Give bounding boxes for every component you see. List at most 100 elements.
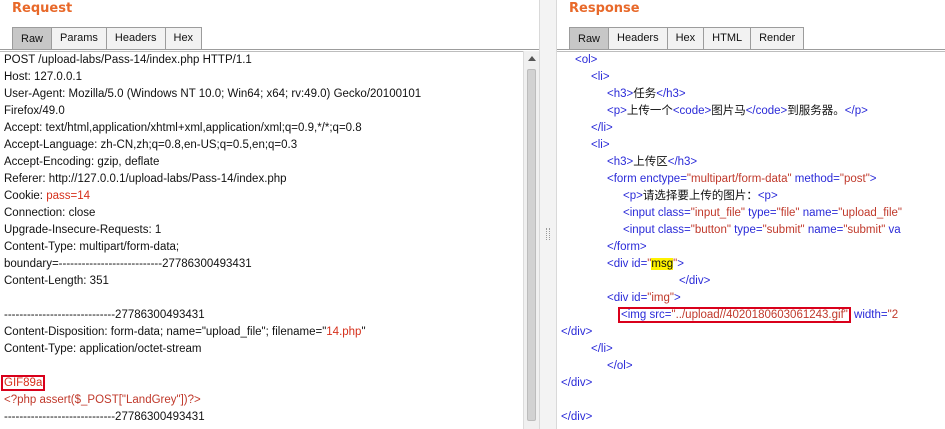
response-title: Response xyxy=(569,1,640,16)
code-token: </div> xyxy=(561,377,593,389)
cookie-value: pass=14 xyxy=(46,190,90,202)
pane-splitter[interactable] xyxy=(539,0,557,429)
referer-header: Referer: http://127.0.0.1/upload-labs/Pa… xyxy=(4,173,287,185)
tab-headers[interactable]: Headers xyxy=(608,27,668,49)
code-token: class= xyxy=(657,224,691,236)
response-code-line: <p>请选择要上传的图片：<p> xyxy=(557,188,945,205)
code-token: </li> xyxy=(591,343,613,355)
code-token: </form> xyxy=(607,241,647,253)
response-code-line: <form enctype="multipart/form-data" meth… xyxy=(557,171,945,188)
response-code-line: <h3>上传区</h3> xyxy=(557,154,945,171)
code-token: </code> xyxy=(745,105,788,117)
code-token: src= xyxy=(649,309,672,321)
tab-baseline xyxy=(557,49,945,50)
request-editor[interactable]: POST /upload-labs/Pass-14/index.php HTTP… xyxy=(0,51,539,429)
code-token: </li> xyxy=(591,122,613,134)
code-token: 上传一个 xyxy=(626,105,673,117)
response-code-line: </div> xyxy=(557,273,945,290)
code-token: </p> xyxy=(844,105,868,117)
accept-header: Accept: text/html,application/xhtml+xml,… xyxy=(4,122,362,134)
tab-raw[interactable]: Raw xyxy=(12,27,53,49)
content-type-header: Content-Type: multipart/form-data; xyxy=(4,241,180,253)
code-token: <p> xyxy=(623,190,643,202)
scroll-up-arrow-icon[interactable] xyxy=(528,56,536,61)
code-token: "2 xyxy=(887,309,899,321)
connection-header: Connection: close xyxy=(4,207,96,219)
response-editor[interactable]: <ol> <li> <h3>任务</h3> <p>上传一个<code>图片马</cod… xyxy=(557,51,945,429)
code-token: 到服务器。 xyxy=(787,105,845,117)
code-token: "post" xyxy=(839,173,870,185)
code-token: </ol> xyxy=(607,360,633,372)
gif-magic-highlight: GIF89a xyxy=(1,375,46,391)
response-code-line: <input class="input_file" type="file" na… xyxy=(557,205,945,222)
code-token: class= xyxy=(657,207,691,219)
response-code-line: </div> xyxy=(557,324,945,341)
response-code-line: </form> xyxy=(557,239,945,256)
code-token: > xyxy=(869,173,877,185)
response-code-line: <li> xyxy=(557,69,945,86)
code-token: 任务 xyxy=(633,88,657,100)
code-token: type= xyxy=(744,207,777,219)
tab-html[interactable]: HTML xyxy=(703,27,752,49)
code-token: <form xyxy=(607,173,640,185)
tab-hex[interactable]: Hex xyxy=(666,27,705,49)
code-token: <li> xyxy=(591,139,610,151)
response-tabs: Raw Headers Hex HTML Render xyxy=(569,27,805,49)
upgrade-header: Upgrade-Insecure-Requests: 1 xyxy=(4,224,162,236)
disposition-text: Content-Disposition: form-data; name="up… xyxy=(4,326,327,338)
response-code-line: </div> xyxy=(557,409,945,426)
code-token: </div> xyxy=(679,275,711,287)
tab-headers[interactable]: Headers xyxy=(105,27,166,49)
boundary-start: -----------------------------27786300493… xyxy=(4,309,205,321)
splitter-grip-icon[interactable] xyxy=(546,228,550,240)
code-token: <input xyxy=(623,224,658,236)
code-token: <code> xyxy=(672,105,712,117)
part-content-type: Content-Type: application/octet-stream xyxy=(4,343,202,355)
host-header: Host: 127.0.0.1 xyxy=(4,71,82,83)
response-code-line: </li> xyxy=(557,120,945,137)
content-length-header: Content-Length: 351 xyxy=(4,275,109,287)
code-token: "file" xyxy=(776,207,800,219)
code-token: width= xyxy=(850,309,888,321)
code-token: <h3> xyxy=(607,88,634,100)
tab-render[interactable]: Render xyxy=(750,27,805,49)
code-token: <img xyxy=(621,309,650,321)
tab-raw[interactable]: Raw xyxy=(569,27,610,49)
code-token: > xyxy=(674,292,681,304)
gif-header-line: GIF89a xyxy=(0,375,539,392)
user-agent-header: User-Agent: Mozilla/5.0 (Windows NT 10.0… xyxy=(4,88,422,100)
user-agent-cont: Firefox/49.0 xyxy=(4,105,65,117)
content-disposition-line: Content-Disposition: form-data; name="up… xyxy=(0,324,539,341)
response-code-line: <ol> xyxy=(557,52,945,69)
code-token: name= xyxy=(804,224,844,236)
code-token: "../upload//4020180603061243.gif" xyxy=(671,309,848,321)
code-token: <ol> xyxy=(575,54,598,66)
code-token: msg xyxy=(651,258,674,270)
tab-baseline xyxy=(0,49,539,50)
code-token: </div> xyxy=(561,411,593,423)
accept-language-header: Accept-Language: zh-CN,zh;q=0.8,en-US;q=… xyxy=(4,139,298,151)
tab-hex[interactable]: Hex xyxy=(164,27,203,49)
response-code-line: <input class="button" type="submit" name… xyxy=(557,222,945,239)
code-token: </div> xyxy=(561,326,593,338)
code-token: <p> xyxy=(757,190,778,202)
boundary-line: boundary=---------------------------2778… xyxy=(4,258,252,270)
code-token: <li> xyxy=(591,71,610,83)
code-token: va xyxy=(885,224,901,236)
tab-params[interactable]: Params xyxy=(51,27,107,49)
code-token: 请选择要上传的图片： xyxy=(642,190,758,202)
response-code-line xyxy=(557,392,945,409)
response-code-line: <h3>任务</h3> xyxy=(557,86,945,103)
code-token: id= xyxy=(631,292,648,304)
response-code-line: <div id="msg"> xyxy=(557,256,945,273)
request-scrollbar[interactable] xyxy=(523,51,539,429)
request-tabs: Raw Params Headers Hex xyxy=(12,27,203,49)
code-token: enctype= xyxy=(639,173,687,185)
code-token: "img" xyxy=(647,292,674,304)
request-title: Request xyxy=(12,1,73,16)
code-token: id= xyxy=(631,258,648,270)
scroll-thumb[interactable] xyxy=(527,69,536,421)
code-token: <div xyxy=(607,258,632,270)
request-pane: Request Raw Params Headers Hex POST /upl… xyxy=(0,0,539,429)
